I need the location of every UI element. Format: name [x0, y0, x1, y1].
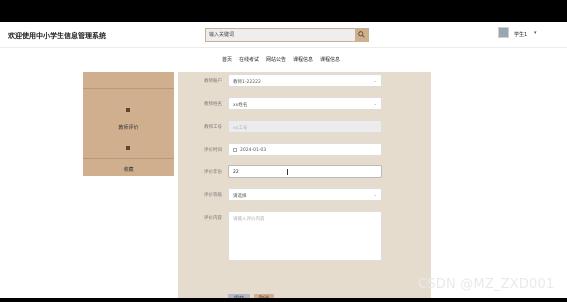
- teacher-name-select[interactable]: xx姓名 ⌄: [228, 97, 382, 110]
- sidebar-item-favorites[interactable]: 收藏: [83, 166, 174, 173]
- field-value: xx工号: [233, 125, 248, 131]
- field-value: 请选择: [233, 193, 247, 199]
- field-label: 教师工号: [204, 125, 222, 130]
- app-title: 欢迎使用中小学生信息管理系统: [8, 32, 106, 40]
- field-value: xx姓名: [233, 102, 248, 108]
- header: 欢迎使用中小学生信息管理系统 输入关键词 学生1 ▾: [0, 22, 567, 48]
- menu-icon: [126, 146, 130, 150]
- chevron-down-icon[interactable]: ▾: [534, 30, 537, 36]
- field-label: 评价年份: [204, 170, 222, 175]
- review-grade-select[interactable]: 请选择 ⌄: [228, 188, 382, 201]
- sidebar-divider: [83, 88, 174, 89]
- search-button[interactable]: [355, 29, 368, 41]
- nav-online-exam[interactable]: 在线考试: [239, 56, 259, 63]
- field-label: 评价内容: [204, 216, 222, 221]
- field-row-review-year: 评价年份 22: [178, 165, 431, 179]
- username[interactable]: 学生1: [514, 31, 527, 38]
- teacher-id-field: xx工号: [228, 120, 382, 133]
- watermark: CSDN @MZ_ZXD001: [418, 277, 555, 292]
- field-row-review-content: 评价内容 请输入评价内容: [178, 211, 431, 261]
- sidebar-item-teacher-review[interactable]: 教师评价: [83, 124, 174, 131]
- sidebar-divider: [83, 158, 174, 159]
- field-label: 评价等级: [204, 193, 222, 198]
- field-row-review-time: 评价时间 2024-01-03: [178, 143, 431, 157]
- text-cursor: [287, 169, 288, 175]
- avatar[interactable]: [498, 27, 509, 38]
- review-time-picker[interactable]: 2024-01-03: [228, 143, 382, 156]
- nav-course-info-2[interactable]: 课程信息: [320, 56, 340, 63]
- field-row-review-grade: 评价等级 请选择 ⌄: [178, 188, 431, 202]
- field-row-teacher-account: 教师账户 教师1-22222 ⌄: [178, 74, 431, 88]
- home-icon: [126, 108, 130, 112]
- sidebar: 教师评价 收藏: [83, 72, 174, 176]
- field-value: 2024-01-03: [240, 147, 267, 153]
- form-panel: 教师账户 教师1-22222 ⌄ 教师姓名 xx姓名 ⌄ 教师工号 xx工号 评…: [178, 72, 431, 298]
- calendar-icon: [233, 148, 237, 152]
- cancel-button[interactable]: 取消: [254, 294, 274, 298]
- nav-announcements[interactable]: 网站公告: [266, 56, 286, 63]
- field-label: 评价时间: [204, 148, 222, 153]
- field-placeholder: 请输入评价内容: [233, 216, 265, 222]
- field-label: 教师账户: [204, 79, 222, 84]
- nav-home[interactable]: 首页: [222, 56, 232, 63]
- search-icon: [358, 31, 365, 38]
- field-row-teacher-name: 教师姓名 xx姓名 ⌄: [178, 97, 431, 111]
- nav-course-info[interactable]: 课程信息: [293, 56, 313, 63]
- field-value: 教师1-22222: [233, 79, 261, 85]
- field-value: 22: [233, 169, 239, 175]
- review-content-textarea[interactable]: 请输入评价内容: [228, 211, 382, 261]
- search-box[interactable]: 输入关键词: [205, 28, 369, 42]
- review-year-input[interactable]: 22: [228, 165, 382, 178]
- chevron-down-icon: ⌄: [373, 192, 377, 197]
- field-row-teacher-id: 教师工号 xx工号: [178, 120, 431, 134]
- teacher-account-select[interactable]: 教师1-22222 ⌄: [228, 74, 382, 87]
- search-input[interactable]: 输入关键词: [209, 31, 234, 38]
- chevron-down-icon: ⌄: [373, 101, 377, 106]
- app-window: 欢迎使用中小学生信息管理系统 输入关键词 学生1 ▾ 首页 在线考试 网站公告 …: [0, 22, 567, 298]
- submit-button[interactable]: 提交: [228, 294, 250, 298]
- chevron-down-icon: ⌄: [373, 78, 377, 83]
- field-label: 教师姓名: [204, 102, 222, 107]
